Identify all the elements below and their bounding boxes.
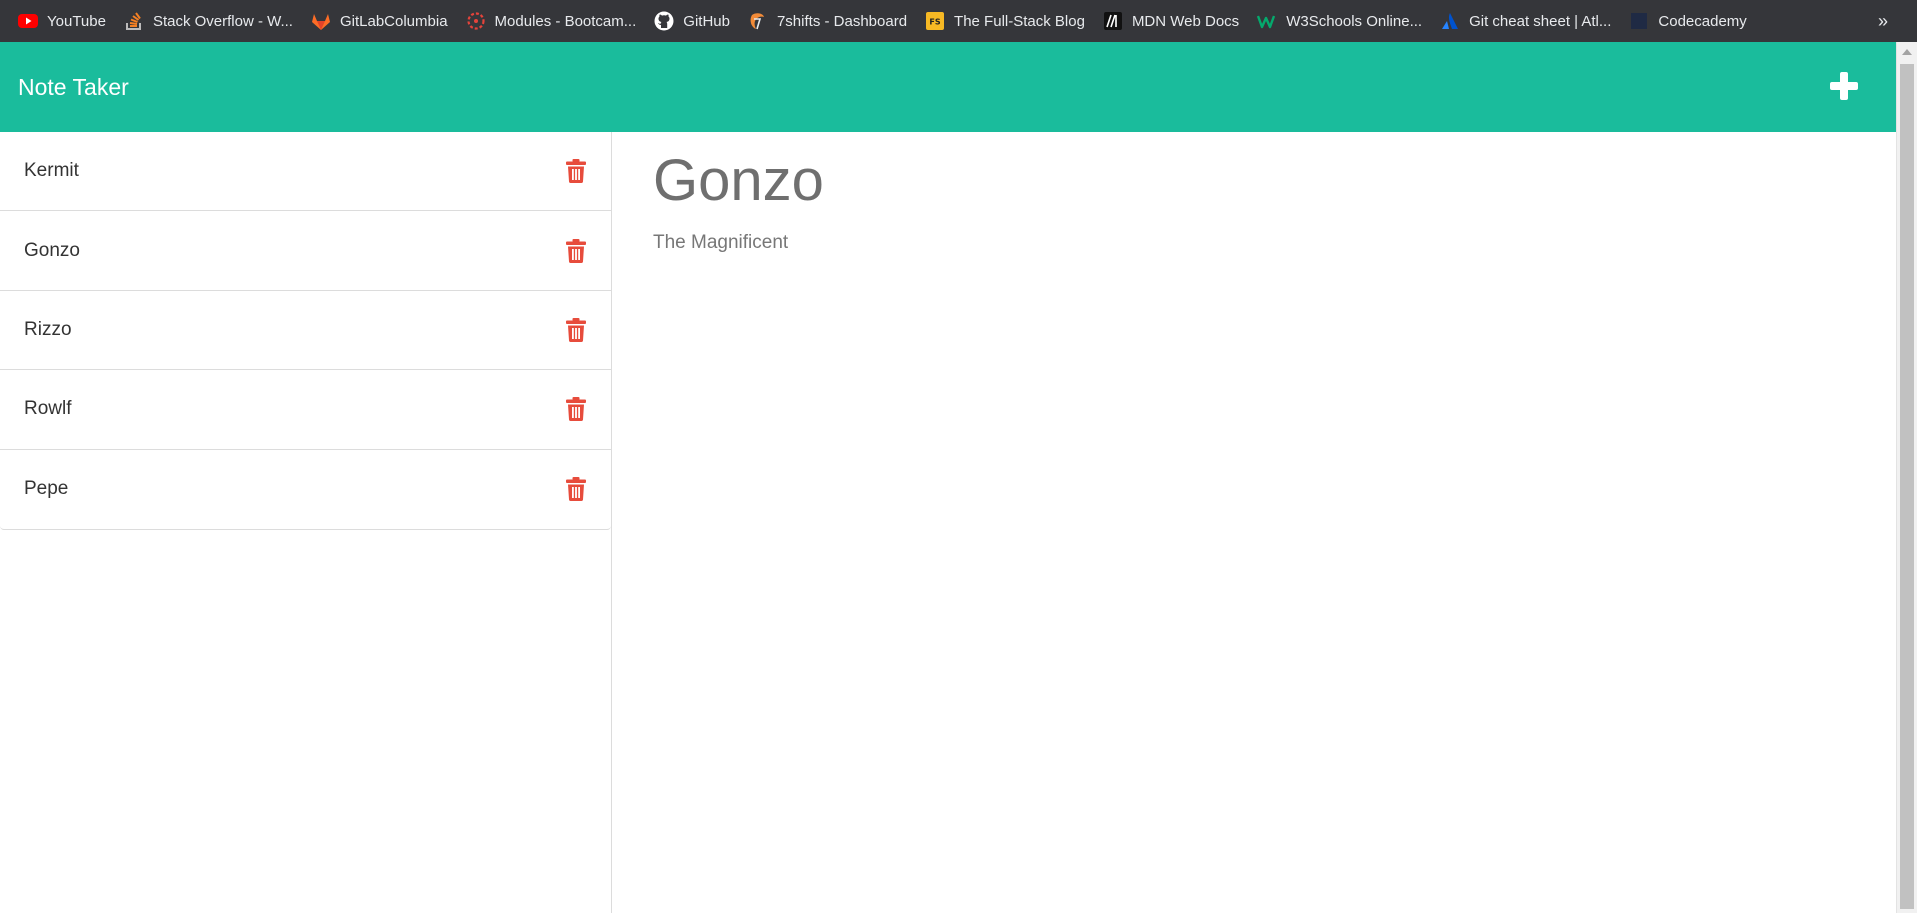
note-list-column: Kermit Gonzo Rizzo Rowlf Pepe [0,132,612,913]
delete-note-button[interactable] [565,317,587,343]
bookmark-github[interactable]: GitHub [650,7,738,35]
note-list-item-title: Pepe [24,478,69,500]
plus-icon [1829,71,1859,106]
delete-note-button[interactable] [565,158,587,184]
github-icon [654,11,674,31]
trash-icon [566,397,586,422]
bookmark-7shifts[interactable]: 7shifts - Dashboard [744,7,915,35]
app-header: Note Taker [0,42,1896,132]
trash-icon [566,159,586,184]
bookmark-mdn[interactable]: MDN Web Docs [1099,7,1247,35]
fullstack-blog-icon: FS [925,11,945,31]
bookmarks-overflow-button[interactable]: » [1869,7,1897,35]
note-list-item-title: Rizzo [24,318,72,340]
bookmark-codecademy[interactable]: Codecademy [1625,7,1754,35]
delete-note-button[interactable] [565,238,587,264]
bookmark-label: GitHub [683,12,730,30]
double-chevron-right-icon: » [1877,10,1888,31]
bootcamp-icon [466,11,486,31]
gitlab-icon [311,11,331,31]
scroll-up-arrow-icon[interactable] [1897,42,1917,62]
bookmark-label: GitLabColumbia [339,12,448,30]
trash-icon [566,238,586,263]
delete-note-button[interactable] [565,396,587,422]
trash-icon [566,317,586,342]
bookmark-fullstack-blog[interactable]: FS The Full-Stack Blog [921,7,1093,35]
note-list-item-title: Rowlf [24,398,72,420]
note-list-item[interactable]: Kermit [0,132,611,212]
bookmark-label: MDN Web Docs [1131,12,1240,30]
note-list-item-title: Kermit [24,160,79,182]
trash-icon [566,477,586,502]
page-scrollbar[interactable] [1896,42,1917,913]
bookmark-youtube[interactable]: YouTube [14,7,114,35]
stackoverflow-icon [124,11,144,31]
note-list-item[interactable]: Rowlf [0,370,611,450]
mdn-icon [1103,11,1123,31]
7shifts-icon [748,11,768,31]
delete-note-button[interactable] [565,476,587,502]
atlassian-icon [1440,11,1460,31]
svg-text:FS: FS [929,18,940,27]
w3schools-icon [1257,11,1277,31]
bookmark-atlassian[interactable]: Git cheat sheet | Atl... [1436,7,1619,35]
youtube-icon [18,11,38,31]
bookmarks-bar: YouTube Stack Overflow - W... GitLabColu… [0,0,1917,42]
bookmark-bootcamp[interactable]: Modules - Bootcam... [462,7,645,35]
bookmark-label: W3Schools Online... [1286,12,1423,30]
note-list-item-title: Gonzo [24,239,80,261]
note-list-item[interactable]: Pepe [0,450,611,529]
note-title[interactable]: Gonzo [653,146,824,216]
note-detail: Gonzo The Magnificent [613,132,1896,913]
note-list: Kermit Gonzo Rizzo Rowlf Pepe [0,132,611,530]
bookmark-stackoverflow[interactable]: Stack Overflow - W... [120,7,301,35]
bookmark-w3schools[interactable]: W3Schools Online... [1253,7,1430,35]
note-list-item[interactable]: Gonzo [0,211,611,291]
note-text[interactable]: The Magnificent [653,232,788,254]
scrollbar-thumb[interactable] [1900,64,1914,909]
note-list-item[interactable]: Rizzo [0,291,611,371]
bookmark-label: Stack Overflow - W... [152,12,293,30]
bookmark-label: Codecademy [1658,12,1747,30]
bookmark-label: The Full-Stack Blog [954,12,1085,30]
bookmark-label: 7shifts - Dashboard [776,12,908,30]
bookmark-gitlab[interactable]: GitLabColumbia [307,7,456,35]
bookmark-label: Git cheat sheet | Atl... [1469,12,1612,30]
app-brand[interactable]: Note Taker [18,42,129,132]
bookmark-label: YouTube [47,12,106,30]
new-note-button[interactable] [1826,70,1862,106]
bookmark-label: Modules - Bootcam... [494,12,637,30]
codecademy-icon [1629,11,1649,31]
